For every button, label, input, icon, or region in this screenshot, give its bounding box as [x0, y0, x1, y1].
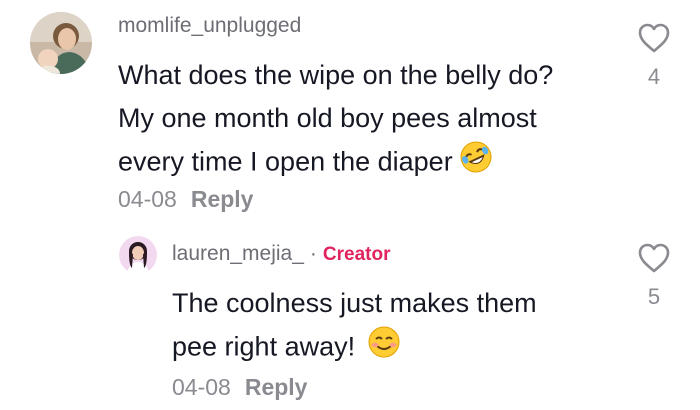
avatar[interactable]: [30, 12, 92, 74]
reply-meta: 04-08 Reply: [172, 374, 307, 401]
comment-text: What does the wipe on the belly do? My o…: [118, 54, 553, 187]
reply-username[interactable]: lauren_mejia_: [172, 242, 304, 265]
avatar-photo-icon: [30, 12, 92, 74]
comment: momlife_unplugged What does the wipe on …: [0, 0, 700, 220]
heart-outline-icon[interactable]: [637, 22, 671, 54]
like-control[interactable]: 4: [632, 22, 676, 90]
reply-button[interactable]: Reply: [191, 186, 254, 212]
reply-text-line: The coolness just makes them: [172, 288, 537, 318]
comment-meta: 04-08 Reply: [118, 186, 253, 213]
like-count: 4: [647, 64, 661, 89]
comment-date: 04-08: [118, 186, 177, 212]
reply-text: The coolness just makes them pee right a…: [172, 282, 537, 372]
avatar-photo-icon: [119, 236, 157, 274]
reply-text-line: pee right away!: [172, 325, 537, 372]
reply-date: 04-08: [172, 374, 231, 400]
like-count: 5: [647, 284, 661, 309]
heart-outline-icon[interactable]: [637, 242, 671, 274]
comment-text-line: What does the wipe on the belly do?: [118, 60, 554, 90]
comment-text-line: every time I open the diaper: [118, 140, 553, 187]
smiling-face-emoji-icon: [367, 325, 401, 372]
reply-button[interactable]: Reply: [245, 374, 308, 400]
comment-username[interactable]: momlife_unplugged: [118, 14, 301, 38]
rolling-on-floor-laughing-emoji-icon: [459, 140, 493, 187]
like-control[interactable]: 5: [632, 242, 676, 310]
comment-text-line: My one month old boy pees almost: [118, 103, 537, 133]
avatar[interactable]: [119, 236, 157, 274]
reply-username-row: lauren_mejia_ · Creator: [172, 242, 391, 266]
separator-dot: ·: [309, 242, 317, 265]
reply-comment: lauren_mejia_ · Creator The coolness just …: [0, 220, 700, 410]
creator-badge: Creator: [322, 244, 391, 265]
